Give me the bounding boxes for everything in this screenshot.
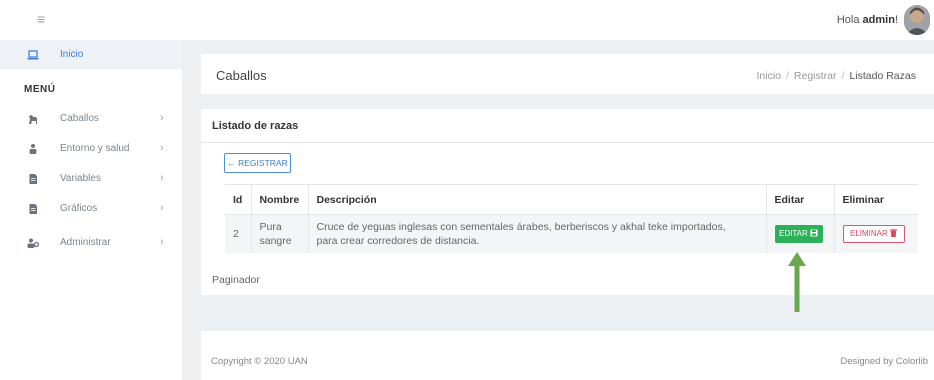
menu-title: MENÚ bbox=[24, 84, 56, 95]
edit-button-label: EDITAR bbox=[779, 228, 808, 238]
people-icon bbox=[29, 144, 37, 154]
sidebar-item-inicio[interactable]: Inicio bbox=[0, 40, 182, 69]
document-icon bbox=[29, 204, 37, 214]
document-icon bbox=[29, 174, 37, 184]
sidebar-item-label: Inicio bbox=[60, 49, 84, 60]
breadcrumb-separator: / bbox=[841, 70, 845, 82]
column-header-nombre: Nombre bbox=[250, 184, 308, 215]
trash-icon bbox=[890, 228, 898, 237]
greeting-suffix: ! bbox=[894, 14, 898, 26]
table-row: 2 Pura sangre Cruce de yeguas inglesas c… bbox=[225, 214, 918, 253]
designed-by-link[interactable]: Designed by Colorlib bbox=[840, 356, 928, 367]
sidebar-item-label: Variables bbox=[60, 173, 101, 184]
laptop-icon bbox=[27, 50, 39, 60]
paginator: Paginador bbox=[212, 274, 260, 286]
chevron-right-icon: › bbox=[160, 236, 164, 248]
sidebar-item-entorno[interactable]: Entorno y salud › bbox=[0, 140, 182, 160]
breadcrumb-registrar[interactable]: Registrar bbox=[794, 70, 837, 82]
sidebar-item-administrar[interactable]: Administrar › bbox=[0, 234, 182, 254]
copyright-text: Copyright © 2020 UAN bbox=[211, 356, 308, 367]
sidebar-item-caballos[interactable]: Caballos › bbox=[0, 110, 182, 130]
chevron-right-icon: › bbox=[160, 142, 164, 154]
users-cog-icon bbox=[27, 238, 39, 248]
top-navbar: ≡ Hola admin! bbox=[0, 0, 934, 40]
sidebar-item-label: Entorno y salud bbox=[60, 143, 130, 154]
card-title: Listado de razas bbox=[212, 120, 299, 132]
razas-card: Listado de razas ← REGISTRAR Id Nombre D… bbox=[201, 109, 934, 295]
cell-editar: EDITAR bbox=[765, 214, 834, 253]
footer: Copyright © 2020 UAN Designed by Colorli… bbox=[201, 331, 934, 380]
sidebar-item-label: Caballos bbox=[60, 113, 99, 124]
horse-icon bbox=[29, 115, 37, 124]
breadcrumb-separator: / bbox=[786, 70, 789, 82]
greeting-text: Hola bbox=[836, 14, 863, 26]
sidebar-item-label: Administrar bbox=[60, 237, 111, 248]
chevron-right-icon: › bbox=[160, 112, 164, 124]
column-header-editar: Editar bbox=[765, 184, 834, 215]
page-title: Caballos bbox=[216, 68, 267, 83]
breadcrumb-inicio[interactable]: Inicio bbox=[756, 70, 781, 82]
column-header-descripcion: Descripción bbox=[307, 184, 766, 215]
cell-descripcion: Cruce de yeguas inglesas con sementales … bbox=[307, 214, 766, 253]
sidebar: Inicio MENÚ Caballos › Entorno y salud ›… bbox=[0, 40, 182, 380]
table-header-row: Id Nombre Descripción Editar Eliminar bbox=[225, 184, 918, 215]
column-header-eliminar: Eliminar bbox=[833, 184, 918, 215]
user-greeting: Hola admin! bbox=[837, 14, 898, 26]
register-button[interactable]: ← REGISTRAR bbox=[224, 153, 291, 173]
hamburger-menu-icon[interactable]: ≡ bbox=[37, 12, 53, 26]
chevron-right-icon: › bbox=[160, 202, 164, 214]
razas-table: Id Nombre Descripción Editar Eliminar 2 … bbox=[225, 184, 918, 253]
delete-button[interactable]: ELIMINAR bbox=[842, 224, 905, 243]
card-divider bbox=[201, 142, 934, 143]
username: admin bbox=[862, 14, 895, 26]
annotation-arrow-icon bbox=[788, 252, 806, 312]
chevron-right-icon: › bbox=[160, 172, 164, 184]
sidebar-item-graficos[interactable]: Gráficos › bbox=[0, 200, 182, 220]
delete-button-label: ELIMINAR bbox=[849, 228, 888, 238]
cell-nombre: Pura sangre bbox=[250, 214, 308, 253]
breadcrumb: Inicio / Registrar / Listado Razas bbox=[756, 70, 916, 82]
column-header-id: Id bbox=[225, 184, 251, 215]
breadcrumb-current: Listado Razas bbox=[849, 70, 916, 82]
avatar[interactable] bbox=[904, 5, 930, 35]
save-icon bbox=[810, 229, 818, 237]
cell-eliminar: ELIMINAR bbox=[833, 214, 918, 253]
cell-id: 2 bbox=[225, 214, 251, 253]
sidebar-item-label: Gráficos bbox=[60, 203, 98, 214]
page-header: Caballos Inicio / Registrar / Listado Razas bbox=[201, 54, 934, 94]
edit-button[interactable]: EDITAR bbox=[774, 224, 823, 243]
sidebar-item-variables[interactable]: Variables › bbox=[0, 170, 182, 190]
